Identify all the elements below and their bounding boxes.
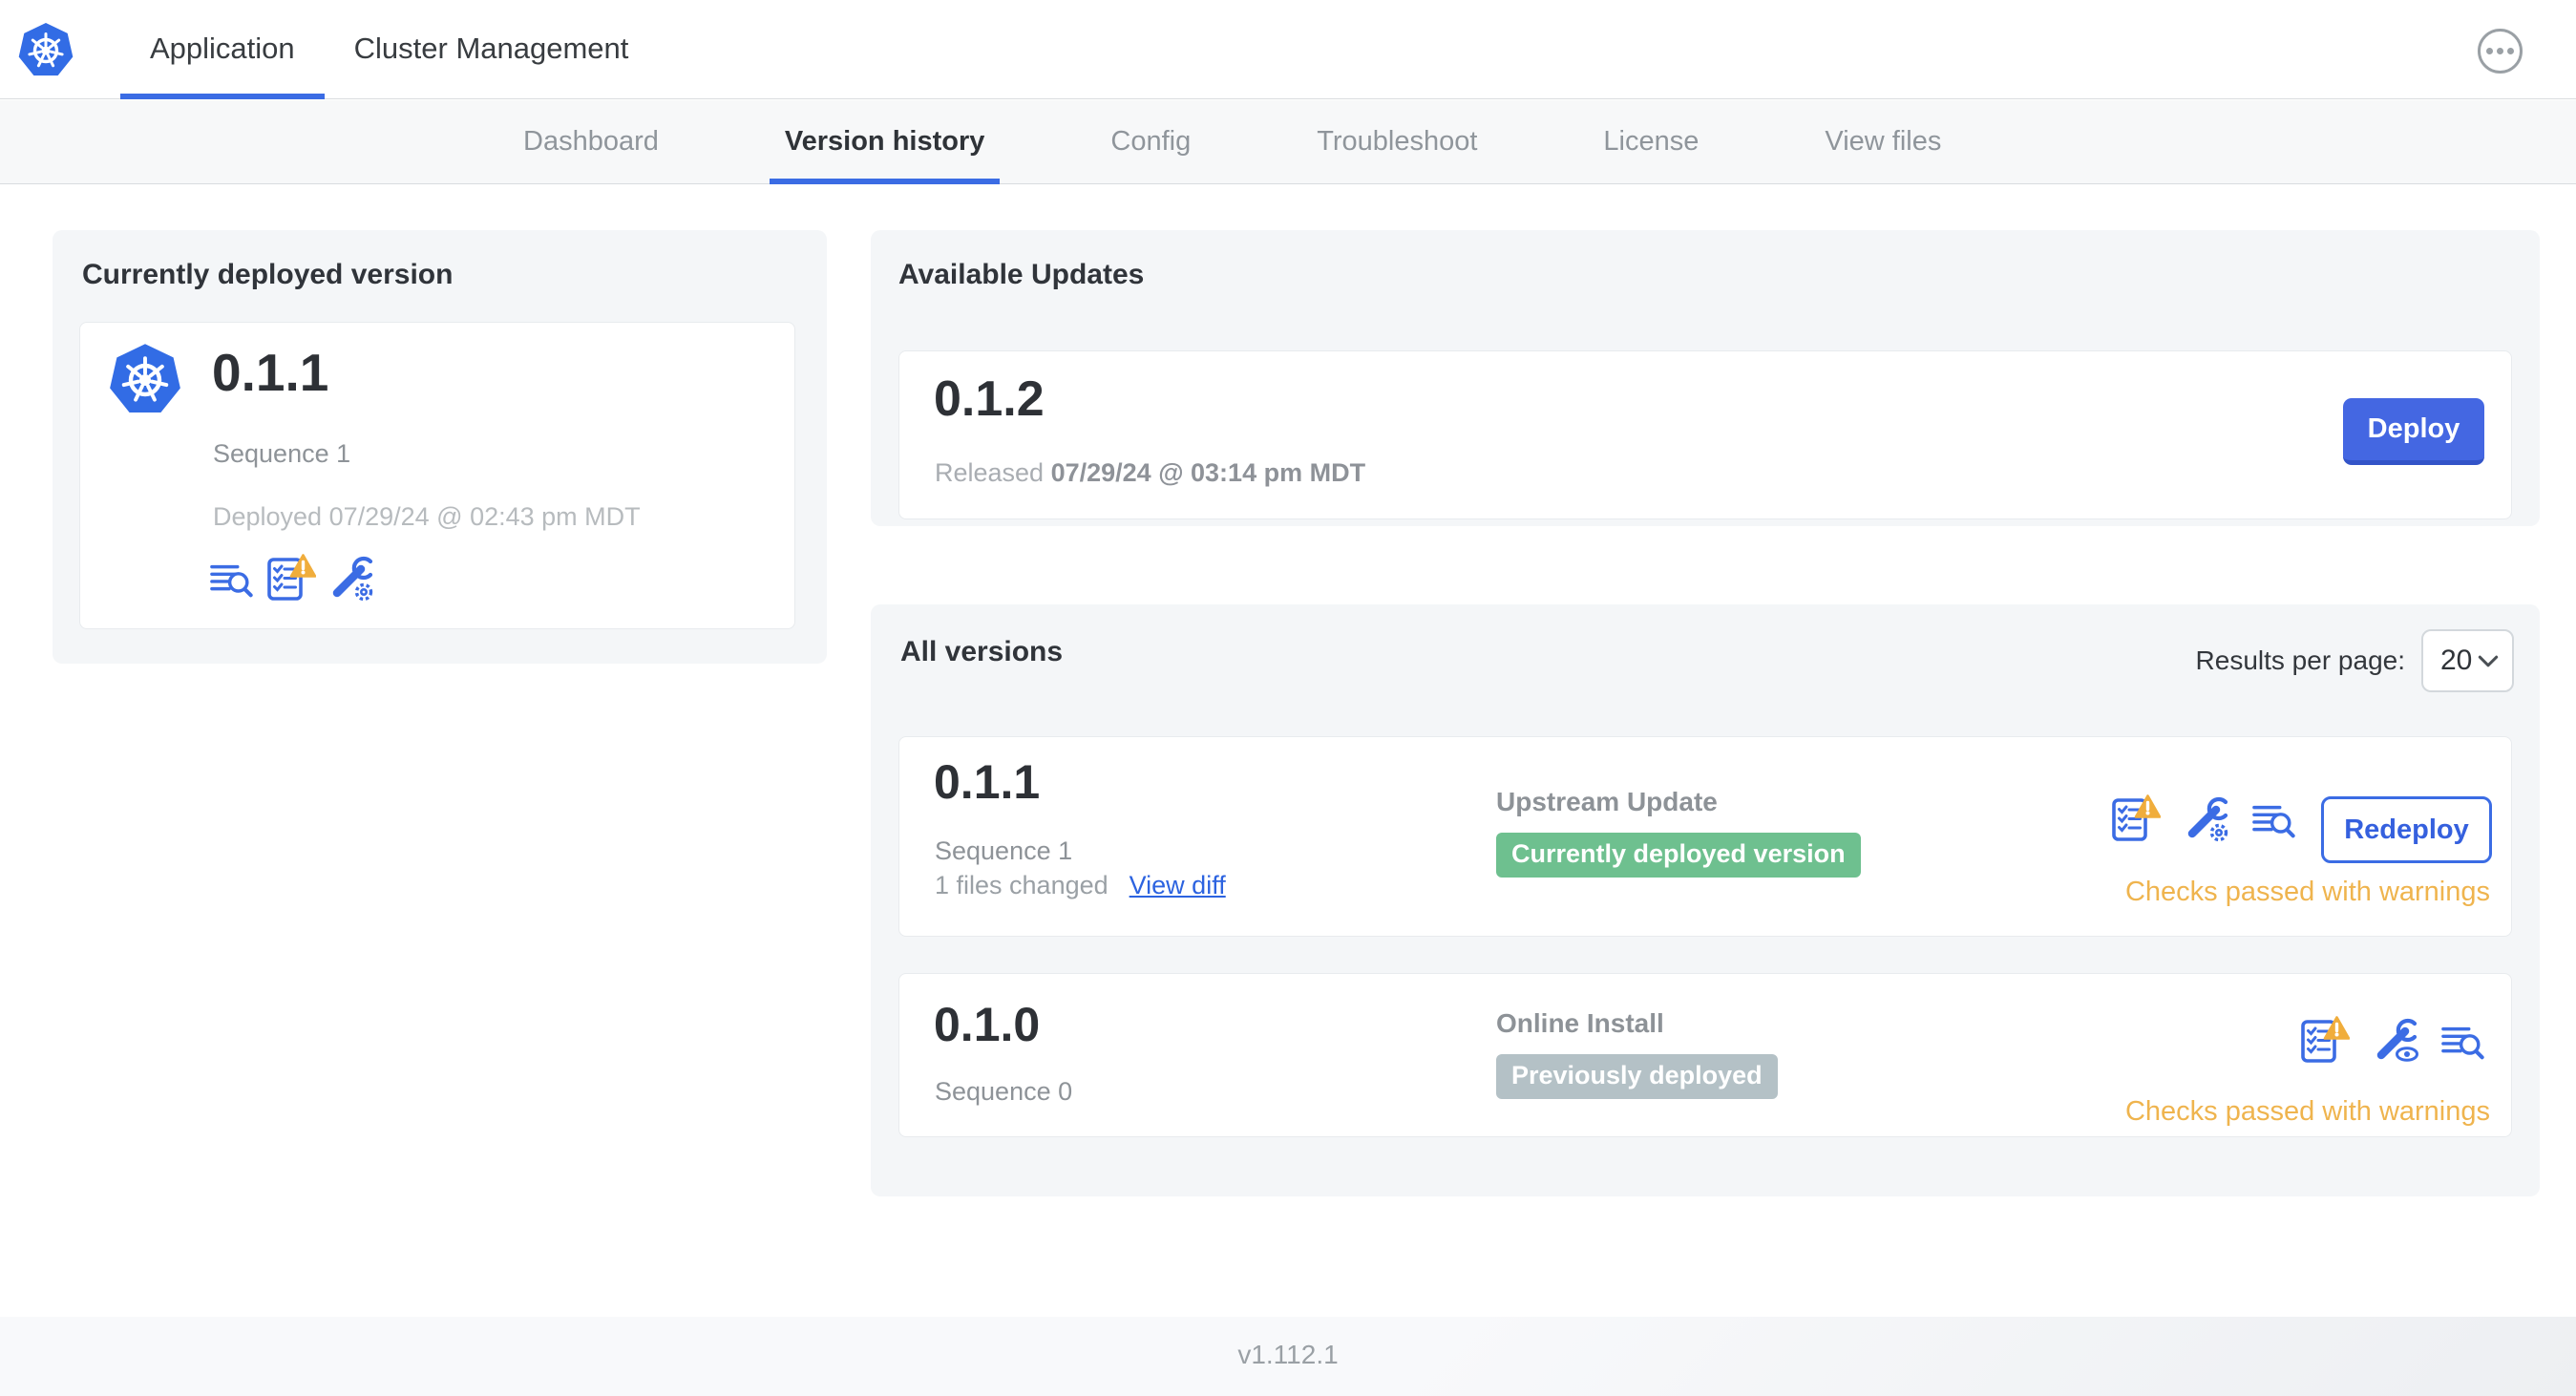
- row-sequence-label: Sequence 0: [935, 1077, 1073, 1106]
- available-updates-panel: Available Updates 0.1.2 Released 07/29/2…: [871, 230, 2540, 526]
- results-per-page-value: 20: [2440, 645, 2473, 676]
- tab-version-history[interactable]: Version history: [769, 100, 1000, 184]
- results-per-page-select[interactable]: 20: [2421, 629, 2514, 692]
- tab-config[interactable]: Config: [1110, 100, 1191, 184]
- kubernetes-logo-icon: [18, 23, 74, 76]
- edit-config-icon[interactable]: [2184, 796, 2229, 842]
- tab-license[interactable]: License: [1603, 100, 1699, 184]
- view-diff-link[interactable]: View diff: [1130, 871, 1226, 900]
- footer: v1.112.1: [0, 1317, 2576, 1396]
- deploy-button[interactable]: Deploy: [2343, 398, 2484, 465]
- currently-deployed-title: Currently deployed version: [82, 259, 454, 290]
- version-row-0-1-0: 0.1.0 Sequence 0 Online Install Previous…: [898, 973, 2512, 1137]
- tab-troubleshoot[interactable]: Troubleshoot: [1317, 100, 1477, 184]
- all-versions-title: All versions: [900, 636, 1064, 667]
- currently-deployed-panel: Currently deployed version 0.1.1 Sequenc…: [53, 230, 827, 664]
- preflight-checks-warning-icon[interactable]: [2111, 794, 2161, 842]
- deployed-version-number: 0.1.1: [212, 343, 329, 402]
- row-files-changed: 1 files changed: [935, 871, 1109, 899]
- deployed-sequence-label: Sequence 1: [213, 439, 351, 468]
- all-versions-panel: All versions Results per page: 20 0.1.1 …: [871, 604, 2540, 1196]
- tab-cluster-management[interactable]: Cluster Management: [325, 0, 659, 99]
- row-source-label: Online Install: [1496, 1008, 1664, 1038]
- deployed-version-card: 0.1.1 Sequence 1 Deployed 07/29/24 @ 02:…: [79, 322, 795, 629]
- results-per-page-label: Results per page:: [2195, 645, 2405, 675]
- view-config-icon[interactable]: [2373, 1018, 2418, 1064]
- redeploy-button[interactable]: Redeploy: [2321, 796, 2492, 863]
- kubernetes-app-icon: [110, 344, 180, 413]
- preflight-checks-warning-icon[interactable]: [2300, 1016, 2350, 1064]
- row-source-label: Upstream Update: [1496, 787, 1718, 816]
- tab-dashboard[interactable]: Dashboard: [523, 100, 659, 184]
- version-diff-icon[interactable]: [2441, 1022, 2485, 1064]
- checks-status-text: Checks passed with warnings: [2124, 877, 2490, 907]
- app-sub-navigation: Dashboard Version history Config Trouble…: [0, 100, 2576, 184]
- version-diff-icon[interactable]: [2252, 800, 2296, 842]
- top-nav-tabs: Application Cluster Management: [120, 0, 658, 99]
- version-row-0-1-1: 0.1.1 Sequence 1 1 files changed View di…: [898, 736, 2512, 937]
- preflight-checks-warning-icon[interactable]: [266, 554, 316, 602]
- deployed-timestamp: Deployed 07/29/24 @ 02:43 pm MDT: [213, 502, 641, 531]
- tab-view-files[interactable]: View files: [1825, 100, 1941, 184]
- row-version-number: 0.1.0: [934, 998, 1041, 1051]
- update-released-timestamp: Released 07/29/24 @ 03:14 pm MDT: [935, 458, 1366, 487]
- version-diff-icon[interactable]: [210, 560, 254, 602]
- sub-nav-tabs: Dashboard Version history Config Trouble…: [523, 100, 1941, 184]
- top-navigation-bar: Application Cluster Management: [0, 0, 2576, 99]
- previously-deployed-badge: Previously deployed: [1496, 1054, 1778, 1099]
- tab-application[interactable]: Application: [120, 0, 325, 99]
- checks-status-text: Checks passed with warnings: [2124, 1096, 2490, 1127]
- available-updates-title: Available Updates: [898, 259, 1145, 290]
- row-sequence-label: Sequence 1: [935, 836, 1073, 865]
- ellipsis-menu-icon[interactable]: [2478, 29, 2523, 74]
- console-version: v1.112.1: [1237, 1340, 1339, 1369]
- row-version-number: 0.1.1: [934, 755, 1041, 809]
- chevron-down-icon: [2478, 655, 2499, 666]
- update-version-number: 0.1.2: [934, 371, 1045, 427]
- update-card: 0.1.2 Released 07/29/24 @ 03:14 pm MDT D…: [898, 350, 2512, 519]
- currently-deployed-badge: Currently deployed version: [1496, 833, 1861, 878]
- edit-config-icon[interactable]: [328, 556, 374, 602]
